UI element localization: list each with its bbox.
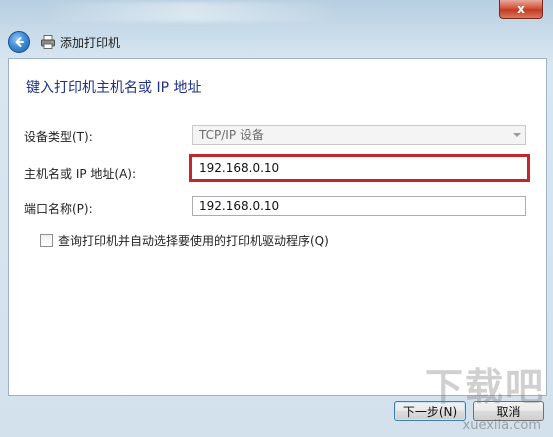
page-heading: 键入打印机主机名或 IP 地址: [26, 80, 202, 96]
back-button[interactable]: [8, 31, 30, 53]
query-driver-row[interactable]: 查询打印机并自动选择要使用的打印机驱动程序(Q): [40, 232, 329, 249]
port-name-input[interactable]: 192.168.0.10: [192, 196, 526, 216]
nav-bar: 添加打印机: [8, 30, 120, 54]
query-driver-checkbox[interactable]: [40, 234, 53, 247]
device-type-value: TCP/IP 设备: [199, 128, 264, 142]
window-title: 添加打印机: [60, 35, 121, 50]
device-type-label: 设备类型(T):: [24, 130, 93, 144]
next-button[interactable]: 下一步(N): [394, 401, 466, 421]
back-arrow-icon: [15, 37, 24, 47]
hostname-value: 192.168.0.10: [199, 161, 280, 175]
close-button[interactable]: x: [499, 0, 543, 19]
chevron-down-icon: [513, 133, 521, 137]
window-frame: x 添加打印机 键入打印机主机名或 IP 地址 设备类型(T): TCP/IP …: [0, 0, 553, 437]
port-name-label: 端口名称(P):: [24, 202, 93, 216]
port-name-value: 192.168.0.10: [199, 199, 280, 213]
close-icon: x: [517, 2, 525, 16]
cancel-button[interactable]: 取消: [473, 401, 544, 421]
wizard-content: 键入打印机主机名或 IP 地址 设备类型(T): TCP/IP 设备 主机名或 …: [8, 58, 547, 396]
device-type-select[interactable]: TCP/IP 设备: [192, 125, 526, 145]
hostname-label: 主机名或 IP 地址(A):: [24, 167, 137, 181]
query-driver-label: 查询打印机并自动选择要使用的打印机驱动程序(Q): [58, 234, 329, 248]
hostname-input[interactable]: 192.168.0.10: [192, 158, 526, 178]
title-bar-glass: [40, 2, 340, 22]
printer-icon: [41, 35, 55, 49]
